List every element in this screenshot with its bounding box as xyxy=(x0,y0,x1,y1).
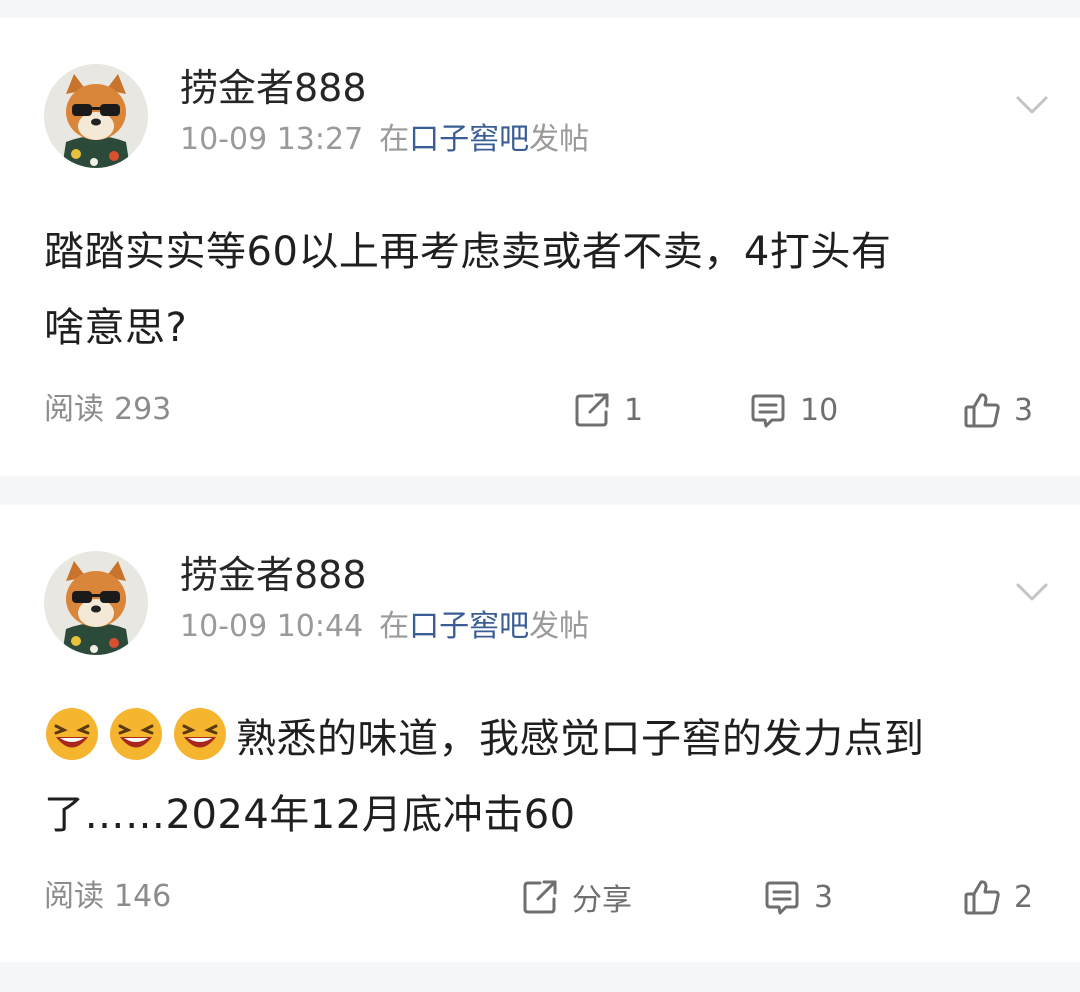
post-content[interactable]: 踏踏实实等60以上再考虑卖或者不卖，4打头有 啥意思? xyxy=(44,214,1044,366)
post-content-line: 熟悉的味道，我感觉口子窖的发力点到 xyxy=(44,701,1044,777)
share-button[interactable]: 分享 xyxy=(520,877,632,918)
post-feed: 捞金者888 10-09 13:27 在口子窖吧发帖 踏踏实实等60以上再考虑卖或… xyxy=(0,0,1080,992)
thumbs-up-icon xyxy=(964,393,1000,428)
read-count-value: 293 xyxy=(114,392,172,427)
comment-button[interactable]: 3 xyxy=(762,877,833,917)
post-actions: 阅读 293 1 10 3 xyxy=(0,390,1080,430)
share-button[interactable]: 1 xyxy=(572,390,643,430)
share-icon xyxy=(523,880,557,914)
share-icon xyxy=(575,393,609,427)
chevron-down-icon[interactable] xyxy=(1012,90,1052,120)
post-time: 10-09 10:44 xyxy=(180,609,364,644)
read-count: 阅读 293 xyxy=(44,390,171,430)
read-label: 阅读 xyxy=(44,879,104,914)
user-avatar[interactable] xyxy=(44,551,148,655)
forum-prefix: 在 xyxy=(379,122,410,157)
post-content-text: 熟悉的味道，我感觉口子窖的发力点到 xyxy=(236,716,925,762)
share-label: 分享 xyxy=(572,883,632,918)
forum-suffix: 发帖 xyxy=(529,609,590,644)
post-card[interactable]: 捞金者888 10-09 13:27 在口子窖吧发帖 踏踏实实等60以上再考虑卖或… xyxy=(0,18,1080,476)
post-actions: 阅读 146 分享 3 2 xyxy=(0,877,1080,918)
read-count-value: 146 xyxy=(114,879,172,914)
username[interactable]: 捞金者888 xyxy=(180,66,367,110)
post-content[interactable]: 熟悉的味道，我感觉口子窖的发力点到 了……2024年12月底冲击60 xyxy=(44,701,1044,853)
comment-button[interactable]: 10 xyxy=(748,390,838,430)
laughing-emoji-icon xyxy=(172,706,228,762)
post-time: 10-09 13:27 xyxy=(180,122,364,157)
laughing-emoji-icon xyxy=(108,706,164,762)
forum-suffix: 发帖 xyxy=(529,122,590,157)
post-content-line: 了……2024年12月底冲击60 xyxy=(44,792,576,838)
laughing-emoji-icon xyxy=(44,706,100,762)
user-avatar[interactable] xyxy=(44,64,148,168)
comment-icon xyxy=(751,394,785,428)
like-count: 3 xyxy=(1014,392,1034,428)
comment-count: 10 xyxy=(800,392,839,428)
post-card[interactable]: 捞金者888 10-09 10:44 在口子窖吧发帖 熟悉的味道，我感觉口子窖的发… xyxy=(0,505,1080,962)
like-button[interactable]: 2 xyxy=(962,877,1033,917)
forum-link[interactable]: 口子窖吧 xyxy=(409,609,529,644)
like-button[interactable]: 3 xyxy=(962,390,1033,430)
read-count: 阅读 146 xyxy=(44,877,171,917)
comment-icon xyxy=(765,881,799,915)
like-count: 2 xyxy=(1014,879,1034,915)
shiba-dog-sunglasses-avatar xyxy=(44,64,148,168)
read-label: 阅读 xyxy=(44,392,104,427)
post-content-line: 啥意思? xyxy=(44,305,188,351)
forum-link[interactable]: 口子窖吧 xyxy=(409,122,529,157)
post-content-line: 踏踏实实等60以上再考虑卖或者不卖，4打头有 xyxy=(44,229,892,275)
shiba-dog-sunglasses-avatar xyxy=(44,551,148,655)
comment-count: 3 xyxy=(814,879,834,915)
post-meta: 10-09 10:44 在口子窖吧发帖 xyxy=(180,609,589,645)
username[interactable]: 捞金者888 xyxy=(180,553,367,597)
post-meta: 10-09 13:27 在口子窖吧发帖 xyxy=(180,122,589,158)
share-label: 1 xyxy=(624,392,644,428)
thumbs-up-icon xyxy=(964,880,1000,915)
chevron-down-icon[interactable] xyxy=(1012,577,1052,607)
forum-prefix: 在 xyxy=(379,609,410,644)
